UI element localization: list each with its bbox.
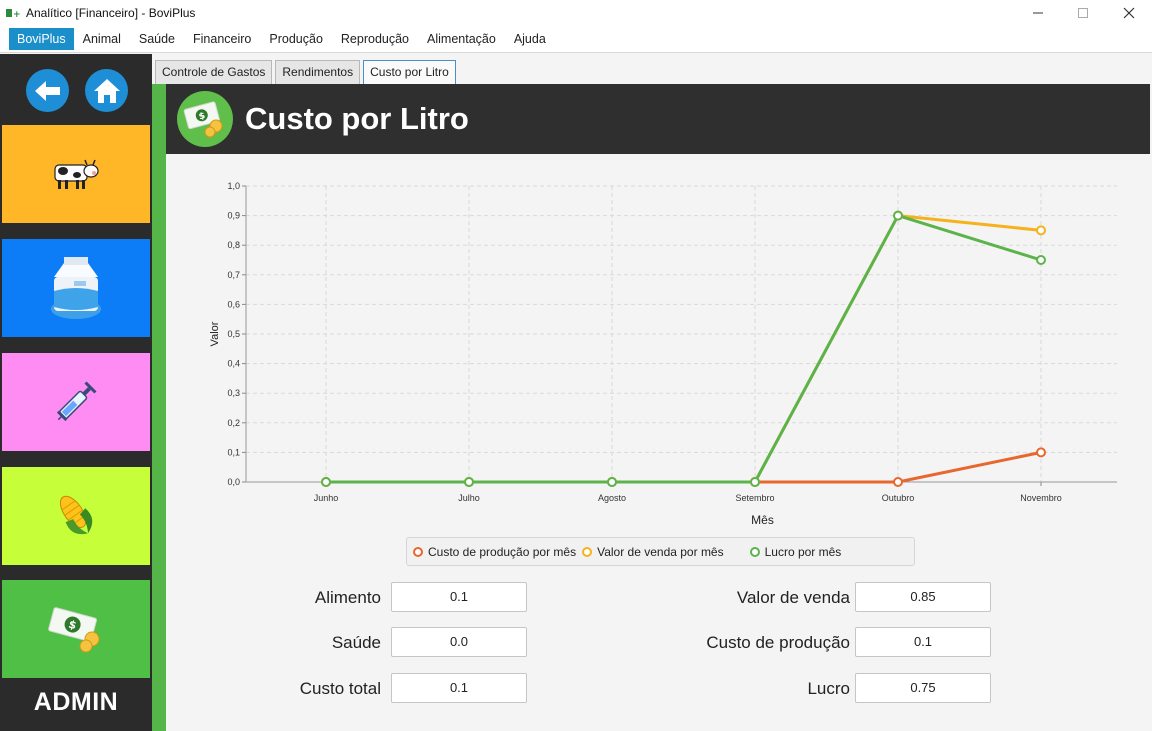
sidebar-item-saude[interactable] xyxy=(2,353,150,451)
x-tick-label: Setembro xyxy=(735,493,774,503)
y-tick-label: 0,2 xyxy=(227,418,240,428)
accent-stripe xyxy=(152,84,166,731)
arrow-left-icon xyxy=(34,80,60,101)
menu-boviplus[interactable]: BoviPlus xyxy=(9,28,74,50)
custo-producao-label: Custo de produção xyxy=(706,633,850,652)
y-tick-label: 0,8 xyxy=(227,240,240,250)
content-area: 0,0 0,1 0,2 0,3 0,4 0,5 0,6 0,7 0,8 0,9 1,0 Junho Ju… xyxy=(166,154,1150,731)
menu-alimentacao[interactable]: Alimentação xyxy=(418,28,505,50)
page-header: $ Custo por Litro xyxy=(166,84,1150,154)
legend-marker xyxy=(413,546,423,557)
syringe-icon xyxy=(56,381,97,422)
data-point xyxy=(1036,255,1046,265)
legend-marker xyxy=(582,546,593,557)
x-tick-label: Junho xyxy=(314,493,339,503)
lucro-field[interactable]: 0.75 xyxy=(855,673,991,703)
valor-venda-label: Valor de venda xyxy=(736,588,850,607)
custo-total-label: Custo total xyxy=(299,679,381,698)
cow-icon xyxy=(54,159,99,189)
milk-carton-icon xyxy=(51,257,101,319)
legend-item: Valor de venda por mês xyxy=(582,545,724,559)
money-icon: $ xyxy=(48,607,100,653)
menu-ajuda[interactable]: Ajuda xyxy=(505,28,555,50)
menu-producao[interactable]: Produção xyxy=(260,28,332,50)
minimize-icon[interactable] xyxy=(1015,0,1061,26)
close-icon[interactable] xyxy=(1106,0,1152,26)
series-line xyxy=(326,214,1042,484)
tab-controle-de-gastos[interactable]: Controle de Gastos xyxy=(155,60,273,84)
saude-label: Saúde xyxy=(331,633,381,652)
data-point xyxy=(750,477,760,487)
home-icon xyxy=(93,78,120,103)
menu-saude[interactable]: Saúde xyxy=(130,28,184,50)
title-bar: + Analítico [Financeiro] - BoviPlus xyxy=(0,0,1152,26)
y-tick-label: 0,0 xyxy=(227,477,240,487)
x-tick-label: Julho xyxy=(458,493,480,503)
data-point xyxy=(1036,225,1046,236)
y-tick-label: 0,3 xyxy=(227,388,240,398)
y-tick-label: 0,7 xyxy=(227,270,240,280)
home-button[interactable] xyxy=(85,69,128,112)
app-logo-icon: + xyxy=(6,7,20,19)
page-title: Custo por Litro xyxy=(245,101,469,136)
menu-bar: BoviPlus Animal Saúde Financeiro Produçã… xyxy=(0,26,1152,53)
sidebar-item-animal[interactable] xyxy=(2,125,150,223)
y-tick-label: 0,9 xyxy=(227,211,240,221)
tab-rendimentos[interactable]: Rendimentos xyxy=(275,60,361,84)
y-axis-label: Valor xyxy=(209,321,221,346)
maximize-icon[interactable] xyxy=(1060,0,1106,26)
sidebar-item-producao[interactable] xyxy=(2,239,150,337)
user-label: ADMIN xyxy=(33,688,119,716)
data-point xyxy=(464,477,474,487)
menu-animal[interactable]: Animal xyxy=(74,28,130,50)
alimento-label: Alimento xyxy=(314,588,381,607)
chart-legend: Custo de produção por mês Valor de venda… xyxy=(406,537,915,566)
legend-marker xyxy=(749,546,760,557)
sidebar-item-alimentacao[interactable] xyxy=(2,467,150,565)
back-button[interactable] xyxy=(26,69,69,112)
custo-producao-field[interactable]: 0.1 xyxy=(855,627,991,657)
data-point xyxy=(321,477,331,487)
app-window: + Analítico [Financeiro] - BoviPlus Bovi… xyxy=(0,0,1152,731)
window-title: Analítico [Financeiro] - BoviPlus xyxy=(26,6,196,20)
menu-financeiro[interactable]: Financeiro xyxy=(184,28,260,50)
legend-item: Custo de produção por mês xyxy=(413,545,576,559)
lucro-label: Lucro xyxy=(807,679,850,698)
tab-bar: Controle de Gastos Rendimentos Custo por… xyxy=(155,60,459,84)
data-point xyxy=(893,477,903,487)
series-line xyxy=(326,214,1042,484)
x-tick-label: Agosto xyxy=(598,493,626,503)
y-tick-label: 1,0 xyxy=(227,181,240,191)
y-tick-label: 0,5 xyxy=(227,329,240,339)
menu-reproducao[interactable]: Reprodução xyxy=(332,28,418,50)
series-line xyxy=(326,450,1042,484)
legend-item: Lucro por mês xyxy=(749,544,842,559)
legend-label: Valor de venda por mês xyxy=(597,544,724,559)
valor-venda-field[interactable]: 0.85 xyxy=(855,582,991,612)
legend-label: Lucro por mês xyxy=(764,544,842,559)
x-axis-label: Mês xyxy=(751,513,774,527)
data-point xyxy=(893,210,903,221)
y-tick-label: 0,4 xyxy=(227,359,240,369)
sidebar-item-financeiro[interactable]: $ xyxy=(2,580,150,678)
data-point xyxy=(1036,447,1046,458)
custo-total-field[interactable]: 0.1 xyxy=(391,673,527,703)
line-chart: 0,0 0,1 0,2 0,3 0,4 0,5 0,6 0,7 0,8 0,9 1,0 Junho Ju… xyxy=(209,181,1117,527)
header-money-badge: $ xyxy=(177,91,233,147)
svg-text:+: + xyxy=(13,10,20,19)
corn-icon xyxy=(59,495,93,535)
money-icon: $ xyxy=(183,101,223,138)
legend-label: Custo de produção por mês xyxy=(428,544,577,559)
saude-field[interactable]: 0.0 xyxy=(391,627,527,657)
sidebar: $ ADMIN xyxy=(0,54,152,731)
x-tick-label: Outubro xyxy=(882,493,915,503)
data-point xyxy=(607,477,617,487)
y-tick-label: 0,6 xyxy=(227,299,240,309)
y-tick-label: 0,1 xyxy=(227,447,240,457)
alimento-field[interactable]: 0.1 xyxy=(391,582,527,612)
tab-custo-por-litro[interactable]: Custo por Litro xyxy=(363,60,456,84)
x-tick-label: Novembro xyxy=(1020,493,1062,503)
